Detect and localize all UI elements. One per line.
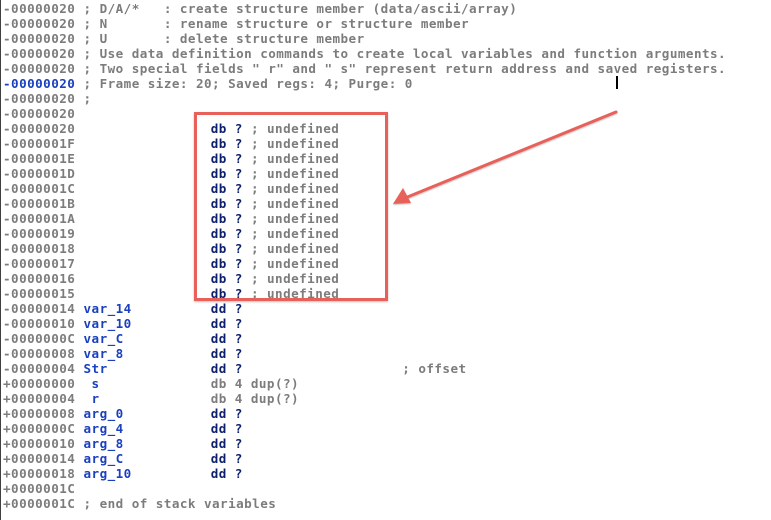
stack-offset: +0000001C — [3, 496, 76, 511]
member-name[interactable]: var_8 — [84, 346, 124, 361]
member-name[interactable]: var_10 — [84, 316, 132, 331]
stack-frame-view[interactable]: -00000020 ; D/A/* : create structure memb… — [0, 0, 771, 520]
listing-line[interactable]: +00000008 arg_0 dd ? — [3, 406, 768, 421]
listing-line[interactable]: +0000000C arg_4 dd ? — [3, 421, 768, 436]
listing-line[interactable]: -00000020 ; Use data definition commands … — [3, 46, 768, 61]
member-type: dd ? — [210, 406, 243, 421]
member-type: dd ? — [210, 421, 243, 436]
stack-offset: -0000000C — [3, 331, 76, 346]
stack-offset: +00000008 — [3, 406, 76, 421]
stack-offset: -0000001A — [3, 211, 76, 226]
member-name[interactable]: Str — [84, 361, 108, 376]
member-type: dd ? — [210, 346, 243, 361]
stack-offset: -00000019 — [3, 226, 76, 241]
listing-line[interactable]: +00000014 arg_C dd ? — [3, 451, 768, 466]
listing-line[interactable]: -00000020 ; N : rename structure or struc… — [3, 16, 768, 31]
member-type: dd ? — [210, 451, 243, 466]
member-type: dd ? — [210, 316, 243, 331]
member-name[interactable]: var_14 — [84, 301, 132, 316]
comment-text: ; Use data definition commands to create… — [83, 46, 727, 61]
stack-offset: -00000020 — [3, 61, 76, 76]
member-comment: ; offset — [402, 361, 467, 376]
listing-line[interactable]: +0000001C ; end of stack variables — [3, 496, 768, 511]
text-cursor — [616, 76, 618, 89]
stack-offset: -00000010 — [3, 316, 76, 331]
stack-offset: -00000018 — [3, 241, 76, 256]
comment-text: ; N : rename structure or structure memb… — [83, 16, 470, 31]
comment-text: ; Two special fields " r" and " s" repre… — [83, 61, 727, 76]
listing-line[interactable]: -00000020 ; D/A/* : create structure memb… — [3, 1, 768, 16]
listing-line[interactable]: +0000001C — [3, 481, 768, 496]
listing-line[interactable]: -00000008 var_8 dd ? — [3, 346, 768, 361]
stack-offset: -00000004 — [3, 361, 76, 376]
listing-line[interactable]: -00000020 ; U : delete structure member — [3, 31, 768, 46]
member-type: dd ? — [210, 436, 243, 451]
stack-offset: +0000001C — [3, 481, 76, 496]
stack-offset: +00000014 — [3, 451, 76, 466]
stack-offset: +00000000 — [3, 376, 76, 391]
stack-offset: -00000008 — [3, 346, 76, 361]
stack-offset: -00000020 — [3, 106, 76, 121]
listing-line[interactable]: +00000010 arg_8 dd ? — [3, 436, 768, 451]
stack-offset: -00000017 — [3, 256, 76, 271]
listing-line[interactable]: -0000000C var_C dd ? — [3, 331, 768, 346]
stack-offset: -00000020 — [3, 91, 76, 106]
member-name[interactable]: var_C — [84, 331, 124, 346]
listing-line[interactable]: -00000020 ; Two special fields " r" and "… — [3, 61, 768, 76]
stack-offset: -0000001E — [3, 151, 76, 166]
listing-line[interactable]: +00000018 arg_10 dd ? — [3, 466, 768, 481]
stack-offset: -00000020 — [3, 31, 76, 46]
stack-offset: -00000020 — [3, 16, 76, 31]
comment-text: ; Frame size: 20; Saved regs: 4; Purge: … — [83, 76, 413, 91]
member-name[interactable]: arg_0 — [84, 406, 124, 421]
member-name[interactable]: arg_8 — [84, 436, 124, 451]
member-name[interactable]: r — [84, 391, 100, 406]
member-type: dd ? — [210, 361, 243, 376]
member-type: db 4 dup(?) — [210, 391, 300, 406]
member-name[interactable]: arg_C — [84, 451, 124, 466]
listing-line[interactable]: -00000004 Str dd ? ; offset — [3, 361, 768, 376]
stack-offset: -0000001D — [3, 166, 76, 181]
stack-offset: -00000016 — [3, 271, 76, 286]
stack-offset: -00000020 — [3, 1, 76, 16]
listing-line[interactable]: +00000004 r db 4 dup(?) — [3, 391, 768, 406]
stack-offset: +0000000C — [3, 421, 76, 436]
member-type: db 4 dup(?) — [210, 376, 300, 391]
listing-line[interactable]: +00000000 s db 4 dup(?) — [3, 376, 768, 391]
stack-offset: -00000020 — [3, 121, 76, 136]
comment-text: ; — [83, 91, 92, 106]
comment-text: ; D/A/* : create structure member (data/… — [83, 1, 518, 16]
stack-offset: +00000010 — [3, 436, 76, 451]
stack-offset: -00000020 — [3, 76, 76, 91]
stack-offset: +00000018 — [3, 466, 76, 481]
stack-offset: -00000020 — [3, 46, 76, 61]
listing-line[interactable]: -00000020; — [3, 91, 768, 106]
member-name[interactable]: arg_4 — [84, 421, 124, 436]
stack-offset: +00000004 — [3, 391, 76, 406]
member-name[interactable]: s — [84, 376, 100, 391]
comment-text: ; end of stack variables — [83, 496, 277, 511]
stack-offset: -0000001C — [3, 181, 76, 196]
listing-line[interactable]: -00000020 ; Frame size: 20; Saved regs: 4… — [3, 76, 768, 91]
member-type: dd ? — [210, 301, 243, 316]
stack-offset: -0000001F — [3, 136, 76, 151]
annotation-highlight-box — [194, 112, 388, 301]
member-type: dd ? — [210, 331, 243, 346]
member-type: dd ? — [210, 466, 243, 481]
stack-offset: -00000014 — [3, 301, 76, 316]
comment-text: ; U : delete structure member — [83, 31, 365, 46]
listing-line[interactable]: -00000014 var_14 dd ? — [3, 301, 768, 316]
stack-offset: -00000015 — [3, 286, 76, 301]
stack-offset: -0000001B — [3, 196, 76, 211]
member-name[interactable]: arg_10 — [84, 466, 132, 481]
listing-line[interactable]: -00000010 var_10 dd ? — [3, 316, 768, 331]
